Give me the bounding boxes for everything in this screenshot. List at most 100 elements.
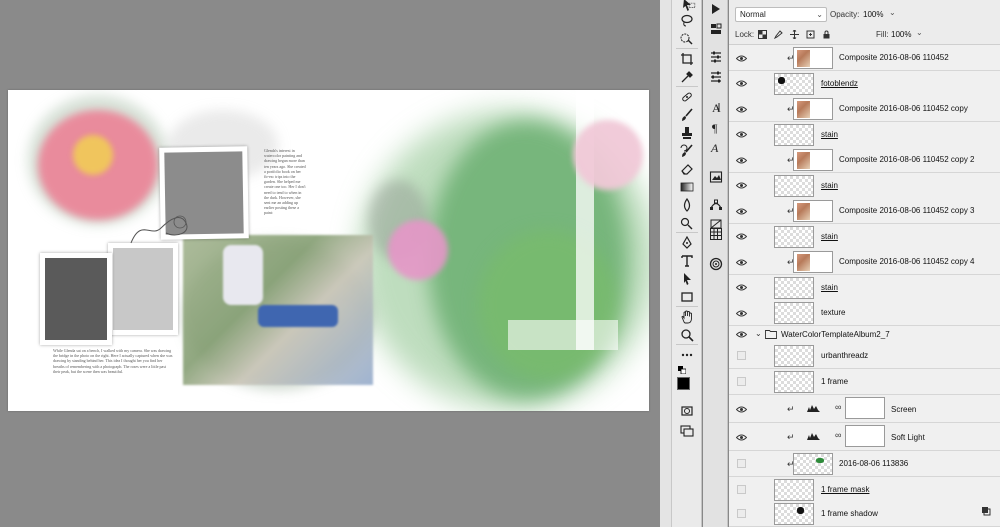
visibility-toggle[interactable] [737,509,746,518]
layer-name[interactable]: 1 frame [821,377,848,386]
layer-row[interactable]: ↵ Composite 2016-08-06 110452 copy 2 [729,147,1000,173]
properties-icon[interactable] [706,68,726,86]
eye-icon[interactable] [735,232,747,242]
document-canvas[interactable]: Glenda's interest in watercolor painting… [8,90,649,411]
pen-tool-icon[interactable] [677,234,697,252]
lasso-tool-icon[interactable] [677,12,697,30]
photo-frame-left[interactable] [40,253,112,345]
quick-mask-icon[interactable] [677,402,697,420]
glyphs-icon[interactable]: A [706,138,726,156]
zoom-tool-icon[interactable] [677,326,697,344]
eye-icon[interactable] [735,130,747,140]
eye-icon[interactable] [735,155,747,165]
fill-chevron-icon[interactable]: ⌄ [916,28,923,37]
quick-selection-tool-icon[interactable] [677,30,697,48]
link-icon[interactable]: ∞ [835,430,841,440]
layer-thumbnail[interactable] [774,123,814,146]
layer-row[interactable]: ↵ Composite 2016-08-06 110452 copy 4 [729,249,1000,275]
path-selection-tool-icon[interactable] [677,270,697,288]
artboard-panel-icon[interactable] [706,0,726,18]
visibility-toggle[interactable] [737,377,746,386]
paragraph-icon[interactable]: ¶ [706,118,726,136]
photo-frame-middle[interactable] [108,243,178,335]
layer-row[interactable]: stain [729,274,1000,301]
adjustments-icon[interactable] [706,48,726,66]
layer-name[interactable]: Composite 2016-08-06 110452 [839,53,949,62]
layer-thumbnail[interactable] [774,479,814,501]
visibility-toggle[interactable] [737,485,746,494]
eye-icon[interactable] [735,206,747,216]
layer-name[interactable]: urbanthreadz [821,351,868,360]
blend-mode-select[interactable]: Normal ⌄ [735,7,827,22]
eye-icon[interactable] [735,181,747,191]
layer-thumbnail[interactable] [774,276,814,299]
eye-icon[interactable] [735,308,747,318]
layer-row[interactable]: 1 frame [729,369,1000,395]
layer-name[interactable]: Composite 2016-08-06 110452 copy 4 [839,257,975,266]
layer-comps-icon[interactable] [706,20,726,38]
layer-name[interactable]: Soft Light [891,433,925,442]
paths-icon[interactable] [706,196,726,214]
rectangle-tool-icon[interactable] [677,288,697,306]
lock-transparent-icon[interactable] [757,29,767,39]
eye-icon[interactable] [735,283,747,293]
layer-name[interactable]: Composite 2016-08-06 110452 copy 3 [839,206,975,215]
layer-row[interactable]: ↵ ∞ Soft Light [729,423,1000,451]
layer-thumbnail[interactable] [774,72,814,95]
blur-tool-icon[interactable] [677,196,697,214]
layer-row[interactable]: 1 frame shadow [729,501,1000,527]
eye-icon[interactable] [735,79,747,89]
layer-row[interactable]: ↵ Composite 2016-08-06 110452 [729,45,1000,71]
eye-icon[interactable] [735,257,747,267]
eraser-tool-icon[interactable] [677,160,697,178]
visibility-toggle[interactable] [737,351,746,360]
layer-thumbnail[interactable] [774,302,814,324]
group-chevron-icon[interactable]: ⌄ [755,329,762,338]
layer-name[interactable]: 1 frame shadow [821,509,878,518]
foreground-color-swatch[interactable] [677,377,690,390]
layer-row[interactable]: urbanthreadz [729,343,1000,369]
lock-position-icon[interactable] [789,29,799,39]
table-icon[interactable] [706,225,726,243]
layer-row[interactable]: 1 frame mask [729,477,1000,503]
layer-thumbnail[interactable] [793,98,833,120]
default-colors-icon[interactable] [678,366,687,375]
type-tool-icon[interactable] [677,252,697,270]
layer-name[interactable]: Composite 2016-08-06 110452 copy [839,104,968,113]
fill-field[interactable]: 100% [891,30,911,39]
history-brush-tool-icon[interactable] [677,142,697,160]
screen-mode-icon[interactable] [677,422,697,440]
layer-row[interactable]: ↵ 2016-08-06 113836 [729,451,1000,477]
eye-icon[interactable] [735,404,747,414]
lock-pixels-icon[interactable] [773,29,783,39]
layer-name[interactable]: texture [821,308,845,317]
link-icon[interactable]: ∞ [835,402,841,412]
layer-name[interactable]: stain [821,283,838,292]
layer-row[interactable]: ↵ Composite 2016-08-06 110452 copy [729,96,1000,122]
layer-thumbnail[interactable] [774,503,814,525]
layer-name[interactable]: Screen [891,405,916,414]
eye-icon[interactable] [735,330,747,340]
creative-cloud-icon[interactable] [706,255,726,273]
hand-tool-icon[interactable] [677,308,697,326]
layer-name[interactable]: 1 frame mask [821,485,869,494]
libraries-icon[interactable] [706,168,726,186]
lock-artboard-icon[interactable] [805,29,815,39]
more-tools-icon[interactable] [677,346,697,364]
visibility-toggle[interactable] [737,459,746,468]
layer-row[interactable]: ↵ ∞ Screen [729,395,1000,423]
eye-icon[interactable] [735,53,747,63]
opacity-chevron-icon[interactable]: ⌄ [889,8,896,17]
layer-thumbnail[interactable] [774,345,814,367]
layer-row[interactable]: ↵ Composite 2016-08-06 110452 copy 3 [729,198,1000,224]
layer-mask-thumbnail[interactable] [845,397,885,419]
layer-row[interactable]: stain [729,172,1000,199]
brush-tool-icon[interactable] [677,106,697,124]
crop-tool-icon[interactable] [677,50,697,68]
layer-name[interactable]: Composite 2016-08-06 110452 copy 2 [839,155,975,164]
layer-name[interactable]: WaterColorTemplateAlbum2_7 [781,330,890,339]
layer-row[interactable]: stain [729,121,1000,148]
layer-row[interactable]: fotoblendz [729,70,1000,97]
layer-thumbnail[interactable] [774,371,814,393]
lock-all-icon[interactable] [821,29,831,39]
